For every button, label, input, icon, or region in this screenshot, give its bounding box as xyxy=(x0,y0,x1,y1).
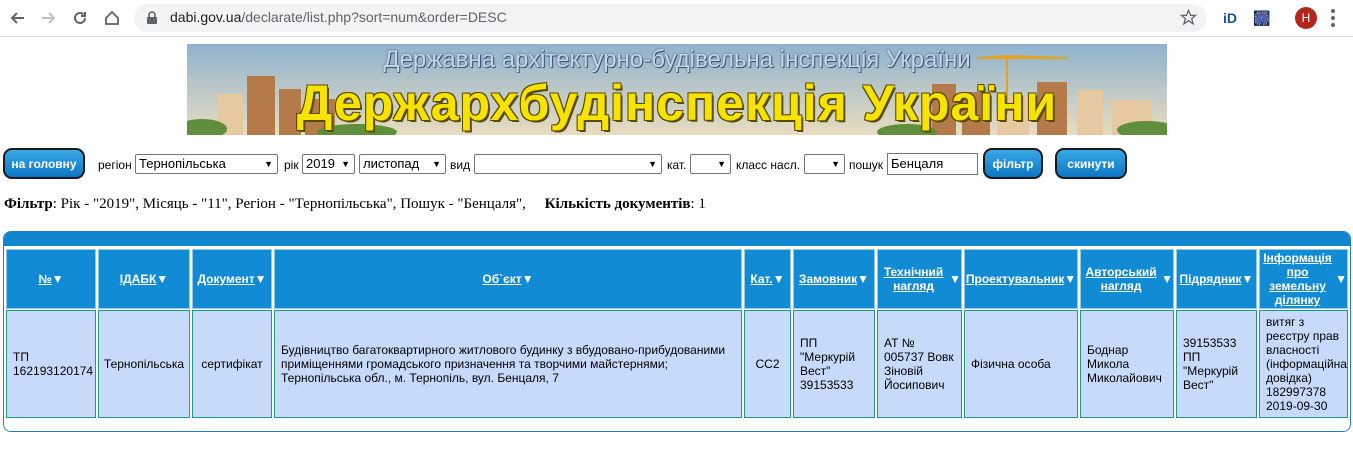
extension-id-icon[interactable]: iD xyxy=(1219,7,1241,29)
header-label[interactable]: Підрядник xyxy=(1180,272,1242,286)
year-select[interactable]: 2019 xyxy=(302,154,355,174)
table-bottom-bar xyxy=(4,420,1350,431)
header-label[interactable]: № xyxy=(38,272,51,286)
filter-summary-text: : Рік - "2019", Місяць - "11", Регіон - … xyxy=(52,196,526,212)
url-text: dabi.gov.ua/declarate/list.php?sort=num&… xyxy=(170,9,507,25)
sort-arrow-icon[interactable]: ▼ xyxy=(1064,272,1076,286)
region-label: регіон xyxy=(98,158,132,172)
header-label[interactable]: Кат. xyxy=(750,272,772,286)
class-select[interactable] xyxy=(804,154,845,174)
header-label[interactable]: Інформація про земельну ділянку xyxy=(1260,251,1335,307)
browser-toolbar: dabi.gov.ua/declarate/list.php?sort=num&… xyxy=(0,0,1353,37)
header-label[interactable]: Замовник xyxy=(799,272,857,286)
sort-arrow-icon[interactable]: ▼ xyxy=(156,272,168,286)
header-designer[interactable]: Проектувальник ▼ xyxy=(964,249,1078,309)
month-select[interactable]: листопад xyxy=(359,154,446,174)
header-label[interactable]: Технічний нагляд xyxy=(878,265,949,293)
cell-contractor: 39153533 ПП "Меркурій Вест" xyxy=(1176,310,1257,418)
header-label[interactable]: ІДАБК xyxy=(120,272,157,286)
filter-summary-label: Фільтр xyxy=(4,196,53,212)
search-input[interactable]: Бенцаля xyxy=(887,153,978,175)
header-label[interactable]: Документ xyxy=(197,272,254,286)
sort-arrow-icon[interactable]: ▼ xyxy=(1335,272,1347,286)
year-label: рік xyxy=(284,158,299,172)
address-bar[interactable]: dabi.gov.ua/declarate/list.php?sort=num&… xyxy=(134,4,1207,32)
sort-arrow-icon[interactable]: ▼ xyxy=(1242,272,1254,286)
cell-category: СС2 xyxy=(744,310,791,418)
banner-subtitle: Державна архітектурно-будівельна інспекц… xyxy=(383,46,971,73)
header-label[interactable]: Проектувальник xyxy=(966,272,1064,286)
type-select[interactable] xyxy=(474,154,662,174)
cell-idabk: Тернопільська xyxy=(98,310,190,418)
back-icon[interactable] xyxy=(6,6,30,30)
header-document[interactable]: Документ ▼ xyxy=(192,249,272,309)
header-idabk[interactable]: ІДАБК ▼ xyxy=(98,249,190,309)
browser-menu-icon[interactable] xyxy=(1330,8,1336,33)
search-label: пошук xyxy=(849,158,884,172)
table-top-bar xyxy=(4,232,1350,246)
document-count-value: : 1 xyxy=(690,196,706,212)
filter-button[interactable]: фільтр xyxy=(983,148,1043,179)
cell-document: сертифікат xyxy=(192,310,272,418)
header-category[interactable]: Кат. ▼ xyxy=(744,249,791,309)
cell-number: ТП 162193120174 xyxy=(6,310,96,418)
profile-avatar[interactable]: Н xyxy=(1295,7,1317,29)
document-count-label: Кількість документів xyxy=(544,196,691,212)
cell-tech-supervision: АТ № 005737 Вовк Зіновій Йосипович xyxy=(877,310,962,418)
home-icon[interactable] xyxy=(100,6,124,30)
category-select[interactable] xyxy=(690,154,731,174)
type-label: вид xyxy=(450,158,471,172)
class-label: класс насл. xyxy=(736,158,801,172)
site-banner: Державна архітектурно-будівельна інспекц… xyxy=(187,44,1167,135)
home-button[interactable]: на головну xyxy=(3,148,85,179)
banner-title: Держархбудінспекція України xyxy=(296,75,1058,131)
sort-arrow-icon[interactable]: ▼ xyxy=(857,272,869,286)
lock-icon xyxy=(146,11,158,30)
sort-arrow-icon[interactable]: ▼ xyxy=(255,272,267,286)
sort-arrow-icon[interactable]: ▼ xyxy=(949,272,961,286)
header-label[interactable]: Об`єкт xyxy=(482,272,521,286)
category-label: кат. xyxy=(667,158,687,172)
cell-land-info: витяг з реєстру прав власності (інформац… xyxy=(1259,310,1348,418)
header-customer[interactable]: Замовник ▼ xyxy=(793,249,875,309)
header-object[interactable]: Об`єкт ▼ xyxy=(274,249,742,309)
header-contractor[interactable]: Підрядник ▼ xyxy=(1176,249,1257,309)
header-author-supervision[interactable]: Авторський нагляд ▼ xyxy=(1080,249,1174,309)
region-select[interactable]: Тернопільська xyxy=(135,154,278,174)
header-tech-supervision[interactable]: Технічний нагляд ▼ xyxy=(877,249,962,309)
forward-icon[interactable] xyxy=(36,6,60,30)
cell-customer: ПП "Меркурій Вест" 39153533 xyxy=(793,310,875,418)
filter-bar: на головну регіон Тернопільська рік 2019… xyxy=(0,148,1353,182)
extension-fireworks-icon[interactable]: 🎆 xyxy=(1251,7,1273,29)
bookmark-star-icon[interactable] xyxy=(1179,8,1198,31)
header-land-info[interactable]: Інформація про земельну ділянку ▼ xyxy=(1259,249,1348,309)
declarations-table: № ▼ ІДАБК ▼ Документ ▼ Об`єкт ▼ Кат. ▼ Замовн… xyxy=(3,231,1351,432)
cell-author-supervision: Боднар Микола Миколайович xyxy=(1080,310,1174,418)
filter-summary: Фільтр: Рік - "2019", Місяць - "11", Рег… xyxy=(4,196,706,213)
reset-button[interactable]: скинути xyxy=(1055,148,1127,179)
sort-arrow-icon[interactable]: ▼ xyxy=(773,272,785,286)
sort-arrow-icon[interactable]: ▼ xyxy=(1161,272,1173,286)
reload-icon[interactable] xyxy=(68,6,92,30)
cell-object: Будівництво багатоквартирного житлового … xyxy=(274,310,742,418)
sort-arrow-icon[interactable]: ▼ xyxy=(522,272,534,286)
header-label[interactable]: Авторський нагляд xyxy=(1081,265,1161,293)
sort-arrow-icon[interactable]: ▼ xyxy=(52,272,64,286)
cell-designer: Фізична особа xyxy=(964,310,1078,418)
header-number[interactable]: № ▼ xyxy=(6,249,96,309)
